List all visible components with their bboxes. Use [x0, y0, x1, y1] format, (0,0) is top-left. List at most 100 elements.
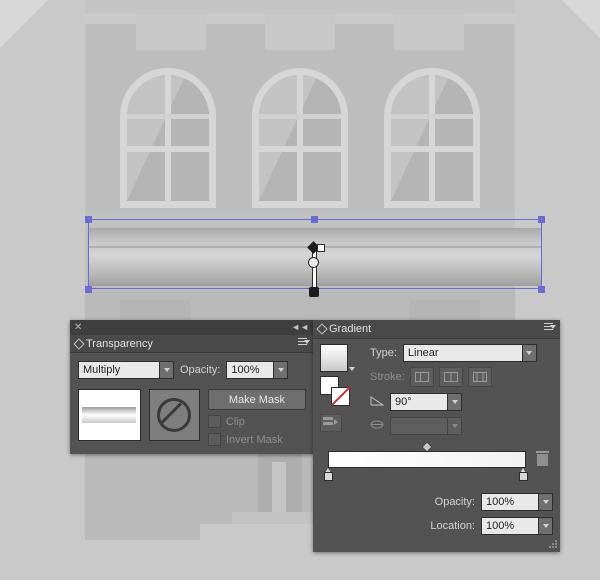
no-mask-icon	[157, 398, 192, 432]
chevron-down-icon[interactable]	[538, 493, 553, 511]
invert-mask-checkbox[interactable]	[207, 433, 221, 446]
blend-mode-value[interactable]: Multiply	[78, 361, 159, 379]
window-mullion-horizontal	[391, 146, 473, 152]
gradient-swatch[interactable]	[320, 344, 348, 372]
gradient-location-label: Location:	[430, 520, 475, 532]
gradient-angle-value[interactable]: 90°	[390, 393, 447, 411]
fill-stroke-indicator[interactable]	[320, 376, 350, 406]
stroke-along-icon[interactable]	[438, 367, 463, 387]
selection-handle-top-center[interactable]	[311, 216, 318, 223]
gradient-angle-row: 90°	[370, 393, 553, 411]
gradient-opacity-value[interactable]: 100%	[481, 493, 538, 511]
opacity-value[interactable]: 100%	[226, 361, 274, 379]
gradient-origin-circle[interactable]	[308, 257, 319, 268]
transparency-body: Multiply Opacity: 100% Make Mask Clip In…	[70, 353, 314, 446]
panel-menu-icon[interactable]	[298, 338, 310, 348]
gradient-type-select[interactable]: Linear	[402, 344, 537, 362]
gradient-stroke-row: Stroke:	[370, 367, 553, 387]
gradient-location-value[interactable]: 100%	[481, 517, 538, 535]
selection-handle-bottom-left[interactable]	[85, 286, 92, 293]
selection-handle-top-left[interactable]	[85, 216, 92, 223]
opacity-select[interactable]: 100%	[226, 361, 289, 379]
blend-mode-select[interactable]: Multiply	[78, 361, 174, 379]
gradient-aspect-select[interactable]	[390, 417, 462, 435]
stroke-across-icon[interactable]	[467, 367, 492, 387]
chevron-down-icon[interactable]	[521, 344, 537, 362]
transparency-panel[interactable]: ✕ ◄◄ Transparency Multiply Opacity: 100%	[70, 320, 314, 454]
window-right	[384, 68, 480, 208]
window-mullion-vertical	[165, 75, 171, 201]
collapse-icon[interactable]: ◄◄	[291, 323, 309, 332]
gradient-opacity-select[interactable]: 100%	[481, 493, 553, 511]
window-mullion-horizontal	[259, 146, 341, 152]
clip-label: Clip	[225, 415, 245, 428]
window-mullion-vertical	[297, 75, 303, 201]
chevron-down-icon[interactable]	[349, 362, 355, 374]
invert-mask-checkbox-row[interactable]: Invert Mask	[207, 433, 306, 446]
gradient-slider-area[interactable]	[320, 441, 553, 487]
panel-grip-icon	[73, 337, 85, 350]
lintel-center	[265, 14, 335, 50]
tab-transparency[interactable]: Transparency	[86, 338, 153, 350]
artwork-thumbnail[interactable]	[78, 389, 141, 441]
gradient-stop-start[interactable]	[324, 468, 333, 481]
gradient-rotate-handle[interactable]	[317, 244, 325, 252]
none-slash-icon	[331, 387, 350, 406]
opacity-label: Opacity:	[180, 364, 221, 376]
background-corner-left	[0, 0, 48, 48]
transparency-titlebar[interactable]: ✕ ◄◄	[70, 320, 314, 335]
gradient-stop-end[interactable]	[519, 468, 528, 481]
clip-checkbox[interactable]	[207, 415, 221, 428]
chevron-down-icon[interactable]	[538, 517, 553, 535]
chevron-down-icon[interactable]	[159, 361, 174, 379]
transparency-mask-row: Make Mask Clip Invert Mask	[78, 389, 306, 446]
angle-icon	[370, 395, 385, 409]
panel-menu-icon[interactable]	[544, 323, 556, 333]
stroke-within-icon[interactable]	[409, 367, 434, 387]
building-top-band	[85, 0, 515, 14]
gradient-swatch-wrap[interactable]	[320, 344, 355, 374]
gradient-type-row: Type: Linear	[370, 344, 553, 362]
chevron-down-icon[interactable]	[273, 361, 289, 379]
invert-mask-label: Invert Mask	[225, 433, 283, 446]
close-icon[interactable]: ✕	[74, 322, 82, 333]
window-mullion-upper	[391, 114, 473, 119]
gradient-angle-select[interactable]: 90°	[390, 393, 462, 411]
gradient-location-select[interactable]: 100%	[481, 517, 553, 535]
gradient-end-square-handle[interactable]	[309, 287, 319, 297]
window-mullion-vertical	[429, 75, 435, 201]
gradient-aspect-row	[370, 417, 553, 435]
gradient-tabbar[interactable]: Gradient	[313, 320, 560, 339]
lintel-left	[136, 14, 206, 50]
mask-controls: Make Mask Clip Invert Mask	[207, 389, 306, 446]
selection-handle-bottom-right[interactable]	[538, 286, 545, 293]
chevron-down-icon[interactable]	[447, 417, 462, 435]
gradient-ramp[interactable]	[328, 451, 526, 468]
window-mullion-upper	[127, 114, 209, 119]
mask-thumbnail[interactable]	[148, 389, 200, 441]
selection-handle-top-right[interactable]	[538, 216, 545, 223]
gradient-location-row: Location: 100%	[320, 517, 553, 535]
make-mask-button[interactable]: Make Mask	[207, 389, 306, 410]
gradient-aspect-value[interactable]	[390, 417, 447, 435]
window-left	[120, 68, 216, 208]
clip-checkbox-row[interactable]: Clip	[207, 415, 306, 428]
panel-resize-grip[interactable]	[548, 540, 558, 550]
transparency-tabbar[interactable]: Transparency	[70, 335, 314, 353]
gradient-opacity-label: Opacity:	[434, 496, 475, 508]
background-corner-right	[562, 0, 600, 38]
gradient-opacity-row: Opacity: 100%	[320, 493, 553, 511]
gradient-body: Type: Linear Stroke: 90° Opacity: 100% L…	[313, 339, 560, 535]
gradient-right-column: Type: Linear Stroke: 90°	[366, 344, 553, 435]
lintel-right	[394, 14, 464, 50]
gradient-type-value[interactable]: Linear	[402, 344, 522, 362]
tab-gradient[interactable]: Gradient	[329, 323, 371, 335]
gradient-annotator[interactable]	[303, 241, 325, 297]
chevron-down-icon[interactable]	[447, 393, 462, 411]
aspect-ratio-icon	[370, 419, 384, 433]
type-label: Type:	[370, 347, 397, 359]
trash-icon[interactable]	[536, 451, 549, 466]
window-mullion-upper	[259, 114, 341, 119]
reverse-gradient-icon[interactable]	[320, 414, 342, 432]
gradient-panel[interactable]: Gradient Type: Linear Stroke: 90° Opacit…	[313, 320, 560, 552]
